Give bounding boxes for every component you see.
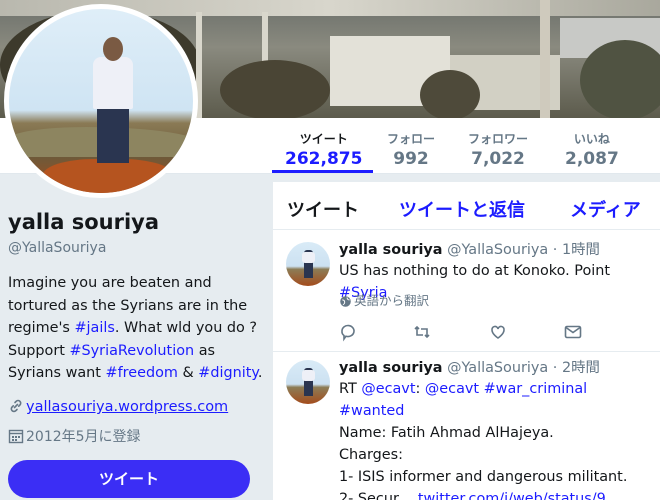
profile-avatar[interactable] (4, 4, 198, 198)
retweet-icon[interactable] (412, 322, 432, 342)
hashtag-link[interactable]: #SyriaRevolution (69, 343, 194, 359)
tab-tweets-and-replies[interactable]: ツイートと返信 (399, 196, 525, 222)
mention-link[interactable]: @ecavt (361, 381, 415, 397)
hashtag-link[interactable]: #freedom (106, 365, 178, 381)
hashtag-link[interactable]: #wanted (339, 403, 404, 419)
stat-tweets-label: ツイート (299, 132, 348, 146)
stat-following-value: 992 (393, 149, 429, 169)
profile-website: yallasouriya.wordpress.com (8, 398, 228, 418)
message-icon[interactable] (563, 322, 583, 342)
reply-icon[interactable] (339, 322, 359, 342)
stat-likes[interactable]: いいね 2,087 (565, 130, 619, 169)
timeline-tabs: ツイート ツイートと返信 メディア (273, 182, 660, 230)
tweet-item[interactable]: yalla souriya @YallaSouriya · 2時間 RT @ec… (273, 352, 660, 500)
tweet-header: yalla souriya @YallaSouriya · 1時間 (339, 242, 600, 258)
tab-tweets[interactable]: ツイート (287, 196, 359, 222)
active-stat-indicator (272, 170, 373, 173)
mention-link[interactable]: @ecavt (425, 381, 479, 397)
profile-handle: @YallaSouriya (8, 240, 107, 256)
tweet-avatar[interactable] (286, 360, 330, 404)
translate-link[interactable]: 英語から翻訳 (339, 290, 429, 311)
stat-tweets-value: 262,875 (285, 149, 363, 169)
hashtag-link[interactable]: #jails (75, 320, 115, 336)
timeline: ツイート ツイートと返信 メディア yalla souriya @YallaSo… (273, 182, 660, 500)
tweet-text: RT @ecavt: @ecavt #war_criminal #wanted … (339, 378, 657, 500)
tweet-time[interactable]: 1時間 (562, 242, 600, 258)
translate-text: 英語から翻訳 (354, 293, 430, 308)
tweet-author-name[interactable]: yalla souriya (339, 360, 443, 376)
stat-following-label: フォロー (387, 132, 436, 146)
profile-joined: 2012年5月に登録 (8, 426, 141, 448)
link-icon (8, 398, 24, 418)
like-icon[interactable] (488, 322, 508, 342)
stat-likes-value: 2,087 (565, 149, 619, 169)
stat-followers[interactable]: フォロワー 7,022 (468, 130, 528, 169)
hashtag-link[interactable]: #war_criminal (484, 381, 588, 397)
calendar-icon (8, 428, 24, 448)
website-link[interactable]: yallasouriya.wordpress.com (26, 399, 228, 415)
tweet-avatar[interactable] (286, 242, 330, 286)
profile-bio: Imagine you are beaten and tortured as t… (8, 275, 263, 381)
tweet-author-handle[interactable]: @YallaSouriya (447, 242, 548, 258)
joined-text: 2012年5月に登録 (26, 429, 141, 445)
stat-followers-value: 7,022 (471, 149, 525, 169)
tweet-author-name[interactable]: yalla souriya (339, 242, 443, 258)
stat-following[interactable]: フォロー 992 (387, 130, 435, 169)
tweet-item[interactable]: yalla souriya @YallaSouriya · 1時間 US has… (273, 230, 660, 352)
stat-likes-label: いいね (573, 132, 610, 146)
tweet-button[interactable]: ツイート (8, 460, 250, 498)
tweet-time[interactable]: 2時間 (562, 360, 600, 376)
globe-icon (339, 295, 352, 311)
tab-media[interactable]: メディア (570, 196, 641, 222)
stat-followers-label: フォロワー (468, 132, 529, 146)
tweet-header: yalla souriya @YallaSouriya · 2時間 (339, 360, 600, 376)
profile-name: yalla souriya (8, 210, 160, 234)
tweet-actions (339, 322, 599, 342)
hashtag-link[interactable]: #dignity (198, 365, 258, 381)
stat-tweets[interactable]: ツイート 262,875 (285, 130, 362, 169)
tweet-author-handle[interactable]: @YallaSouriya (447, 360, 548, 376)
tweet-link[interactable]: twitter.com/i/web/status/9… (418, 491, 620, 500)
